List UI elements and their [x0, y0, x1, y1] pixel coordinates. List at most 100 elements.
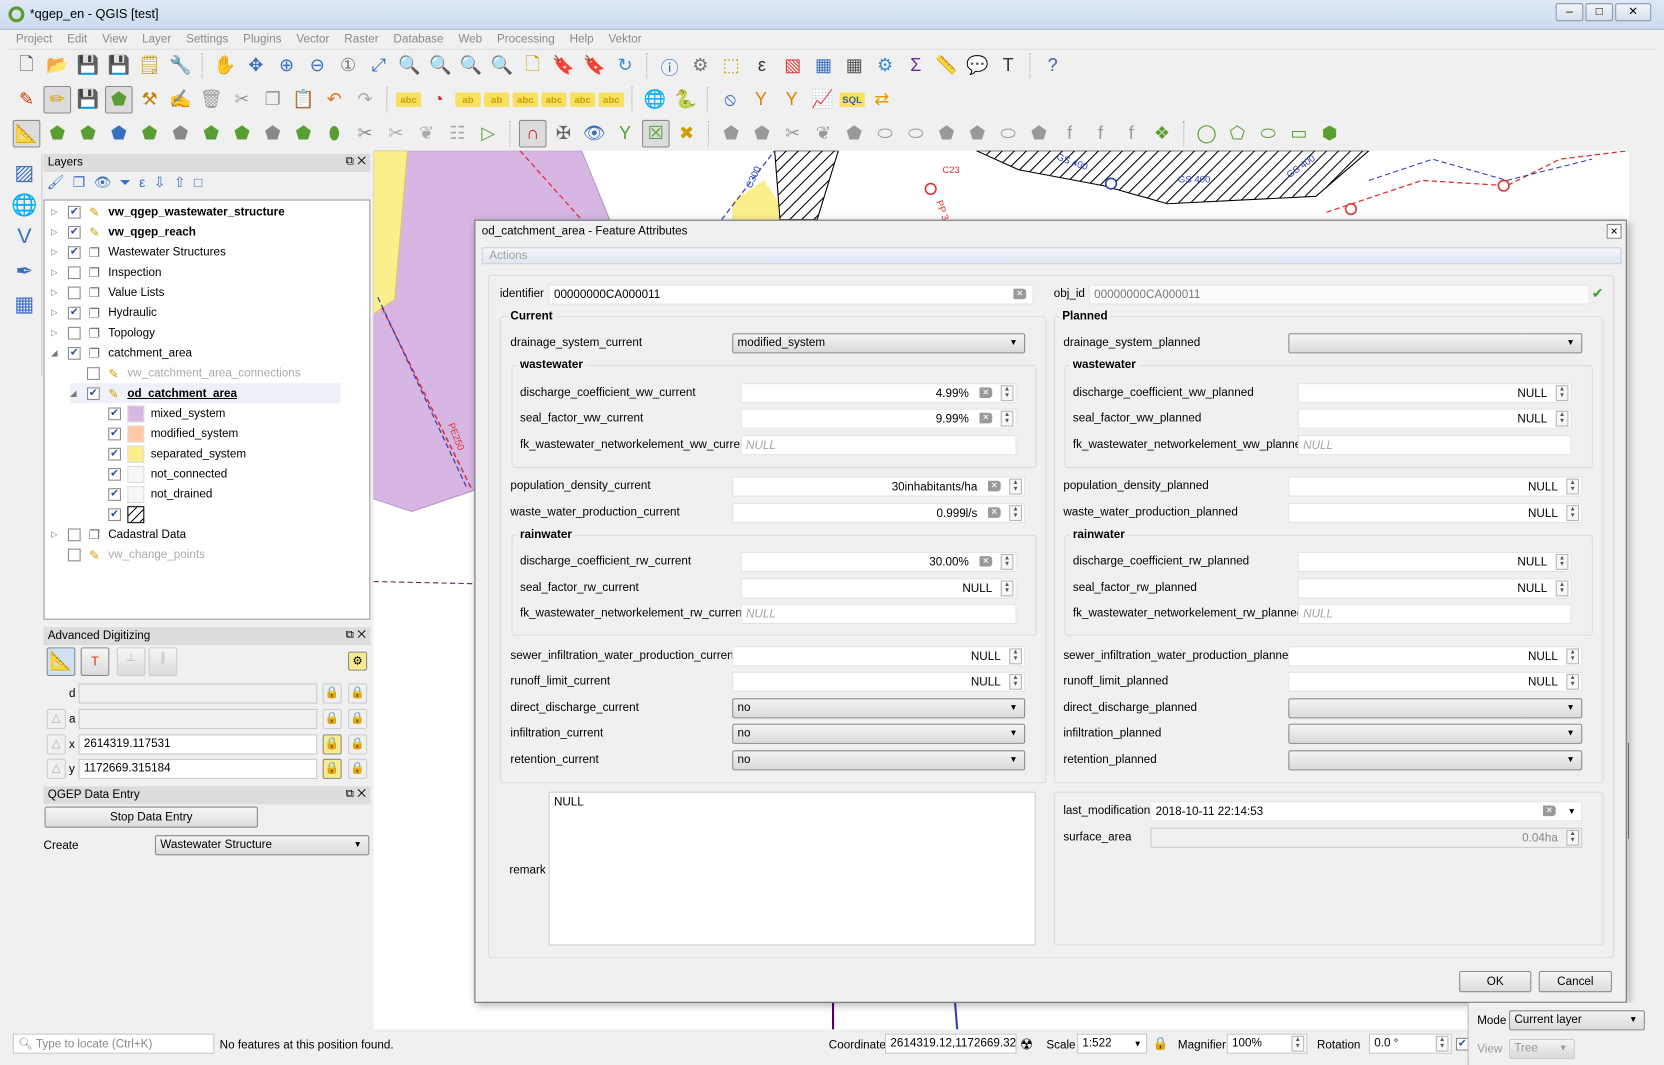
spinner-icon[interactable]: ▲ ▼	[1555, 553, 1569, 570]
angle-input[interactable]	[78, 708, 318, 730]
layer-checkbox[interactable]	[67, 548, 81, 561]
expand-arrow-icon[interactable]: ▷	[51, 530, 64, 540]
add-ring3-icon[interactable]: ⬟	[748, 120, 776, 148]
virtual-layer-icon[interactable]: ▦	[11, 291, 39, 319]
clear-icon[interactable]: ✕	[979, 387, 993, 398]
clear-icon[interactable]: ✕	[979, 412, 993, 424]
label-icon[interactable]: abc	[395, 92, 422, 108]
add-layer-icon[interactable]: ▨	[11, 159, 39, 187]
trim-icon[interactable]: ⬟	[964, 120, 992, 148]
expand-arrow-icon[interactable]: ▷	[51, 207, 64, 217]
add-curve-icon[interactable]: ⬭	[994, 120, 1022, 148]
cut-icon[interactable]: ✂	[228, 86, 256, 114]
spinner-icon[interactable]: ▲ ▼	[1009, 673, 1022, 690]
discharge-rw-planned-input[interactable]: NULL ▲ ▼	[1297, 551, 1572, 572]
offset-icon[interactable]: ⬟	[933, 120, 961, 148]
fk-rw-planned-input[interactable]: NULL	[1297, 603, 1572, 624]
toolbox-icon[interactable]: ⚙	[871, 52, 899, 80]
infiltration-current-select[interactable]: no ▼	[732, 723, 1026, 744]
layer-checkbox[interactable]: ✔	[67, 225, 81, 239]
float-icon[interactable]: ⧉	[346, 628, 354, 641]
seal-ww-planned-input[interactable]: NULL ▲ ▼	[1297, 408, 1572, 429]
clear-icon[interactable]: ✕	[1013, 288, 1027, 300]
shape-digitize-icon[interactable]: ⬟	[1025, 120, 1053, 148]
vertex-tool-icon[interactable]: ⚒	[136, 86, 164, 114]
layer-item[interactable]: ◢ ✔ ✎ od_catchment_area	[70, 383, 341, 404]
retention-planned-select[interactable]: ▼	[1288, 750, 1583, 771]
layer-checkbox[interactable]	[67, 265, 81, 279]
new-project-icon[interactable]: 🗋	[13, 52, 41, 80]
new-print-layout-icon[interactable]: 🗒	[136, 52, 164, 80]
settings-gear-icon[interactable]: ⚙	[348, 651, 368, 671]
expand-arrow-icon[interactable]: ▷	[51, 308, 64, 318]
float-icon[interactable]: ⧉	[346, 155, 354, 168]
lock-icon[interactable]: 🔒	[322, 734, 342, 755]
move-label-icon[interactable]: abc	[541, 92, 567, 108]
layer-item[interactable]: ▷ ✔ ✎ vw_qgep_reach	[51, 222, 196, 242]
attribute-table-icon[interactable]: ▦	[810, 52, 838, 80]
qgep-connect-icon[interactable]: ⦸	[716, 86, 744, 114]
layer-tree[interactable]: ▷ ✔ ✎ vw_qgep_wastewater_structure ▷ ✔ ✎ vw_qge…	[43, 199, 371, 620]
fd-icon[interactable]: f	[1087, 120, 1115, 148]
toggle-editing-icon[interactable]: ✏	[43, 85, 72, 114]
remark-textarea[interactable]: NULL	[548, 791, 1036, 946]
upstream-icon[interactable]: Y	[747, 86, 775, 114]
save-edits-icon[interactable]: 💾	[74, 86, 102, 114]
menu-project[interactable]: Project	[8, 31, 59, 46]
last-modification-input[interactable]: 2018-10-11 22:14:53 ✕ ▼	[1150, 801, 1583, 822]
y-input[interactable]: 1172669.315184	[78, 758, 318, 779]
locator-input[interactable]: 🔍︎ Type to locate (Ctrl+K)	[12, 1033, 215, 1054]
reshape-icon[interactable]: ⬟	[105, 120, 133, 148]
delete-selected-icon[interactable]: 🗑	[197, 86, 225, 114]
offset-curve-icon[interactable]: ⬮	[320, 120, 348, 148]
clear-icon[interactable]: ✕	[1542, 805, 1556, 817]
polygon-icon[interactable]: ⬠	[1224, 120, 1252, 148]
population-current-input[interactable]: 30inhabitants/ha ✕ ▲ ▼	[732, 476, 1026, 497]
temporal-icon[interactable]: 🔖	[580, 52, 608, 80]
show-hide-label-icon[interactable]: abc	[512, 92, 539, 108]
ellipse-icon[interactable]: ⬭	[1254, 120, 1282, 148]
x-input[interactable]: 2614319.117531	[78, 734, 318, 755]
redo-icon[interactable]: ↷	[351, 86, 379, 114]
waste-water-current-input[interactable]: 0.999l/s ✕ ▲ ▼	[732, 503, 1026, 524]
cancel-button[interactable]: Cancel	[1538, 970, 1612, 993]
coordinate-input[interactable]: 2614319.12,1172669.32	[885, 1033, 1017, 1054]
collapse-arrow-icon[interactable]: ◢	[51, 348, 64, 358]
repeat-lock-icon[interactable]: 🔒	[348, 734, 368, 755]
current-edits-icon[interactable]: ✎	[13, 86, 41, 114]
delete-ring-icon[interactable]: ⬟	[228, 120, 256, 148]
add-feature-icon[interactable]: ⬟	[105, 85, 133, 114]
ok-button[interactable]: OK	[1459, 970, 1532, 993]
modify-attributes-icon[interactable]: ✍	[167, 86, 195, 114]
layer-item[interactable]: ▷ ✔ ❐ Hydraulic	[51, 302, 157, 322]
layer-checkbox[interactable]: ✔	[67, 306, 81, 319]
layer-item[interactable]: ▷ ❐ Cadastral Data	[51, 524, 186, 544]
obj-id-input[interactable]: 00000000CA000011	[1088, 284, 1590, 305]
runoff-current-input[interactable]: NULL ▲ ▼	[732, 671, 1026, 692]
legend-item[interactable]: ✔ mixed_system	[108, 403, 225, 423]
menu-vektor[interactable]: Vektor	[601, 31, 649, 46]
layout-manager-icon[interactable]: 🔧	[167, 52, 195, 80]
menu-edit[interactable]: Edit	[60, 31, 95, 46]
layer-item[interactable]: ▷ ❐ Inspection	[51, 262, 162, 282]
add-ring2-icon[interactable]: ⬟	[197, 120, 225, 148]
runoff-planned-input[interactable]: NULL ▲ ▼	[1288, 671, 1583, 692]
enable-adv-digitizing-button[interactable]: 📐	[46, 647, 76, 676]
menu-layer[interactable]: Layer	[135, 31, 179, 46]
spinner-icon[interactable]: ▲ ▼	[1566, 505, 1580, 522]
highlight-pin-icon[interactable]: ab	[483, 92, 510, 108]
add-group-icon[interactable]: ❐	[73, 174, 85, 197]
spinner-icon[interactable]: ▲ ▼	[1566, 673, 1580, 690]
legend-checkbox[interactable]: ✔	[108, 507, 121, 521]
copy-icon[interactable]: ❐	[259, 86, 287, 114]
snap-intersections-icon[interactable]: ☒	[642, 119, 670, 148]
expand-arrow-icon[interactable]: ▷	[51, 227, 64, 237]
digitize-icon[interactable]: ✒	[11, 258, 39, 286]
avoid-intersections-icon[interactable]: 👁	[580, 120, 608, 148]
layer-item[interactable]: ▷ ✔ ❐ Wastewater Structures	[51, 242, 226, 262]
lock-icon[interactable]: 🔒	[322, 683, 342, 704]
layer-checkbox[interactable]: ✔	[67, 346, 81, 360]
float-icon[interactable]: ⧉	[346, 787, 354, 800]
sewer-current-input[interactable]: NULL ▲ ▼	[732, 646, 1026, 667]
spinner-icon[interactable]: ▲ ▼	[1009, 505, 1022, 522]
